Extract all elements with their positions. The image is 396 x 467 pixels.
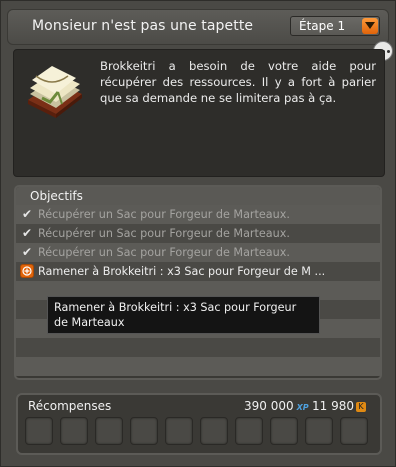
objective-label: Récupérer un Sac pour Forgeur de Marteau…: [38, 208, 290, 221]
quest-window: Monsieur n'est pas une tapette Étape 1 B…: [0, 0, 396, 467]
chevron-down-icon[interactable]: [362, 18, 378, 34]
reward-slot[interactable]: [340, 417, 368, 445]
step-label: Étape 1: [299, 19, 346, 33]
kamas-value: 11 980: [312, 399, 354, 413]
xp-reward: 390 000 XP: [244, 399, 309, 413]
quest-header: Monsieur n'est pas une tapette Étape 1: [7, 9, 389, 45]
reward-slot[interactable]: [60, 417, 88, 445]
target-icon: [20, 264, 34, 278]
quest-description: Brokkeitri a besoin de votre aide pour r…: [100, 59, 376, 105]
xp-value: 390 000: [244, 399, 294, 413]
checkmark-icon: ✔: [22, 207, 33, 221]
objective-row: ✔ Récupérer un Sac pour Forgeur de Marte…: [16, 224, 380, 243]
objective-label: Récupérer un Sac pour Forgeur de Marteau…: [38, 246, 290, 259]
reward-slot[interactable]: [95, 417, 123, 445]
reward-slot[interactable]: [25, 417, 53, 445]
objectives-list: ✔ Récupérer un Sac pour Forgeur de Marte…: [16, 205, 380, 376]
reward-slot[interactable]: [165, 417, 193, 445]
objective-label: Récupérer un Sac pour Forgeur de Marteau…: [38, 227, 290, 240]
objective-tooltip: Ramener à Brokkeitri : x3 Sac pour Forge…: [47, 296, 320, 334]
reward-slot[interactable]: [305, 417, 333, 445]
step-dropdown[interactable]: Étape 1: [290, 16, 380, 36]
book-scroll-icon: [28, 66, 82, 118]
checkmark-icon: ✔: [22, 226, 33, 240]
objective-row: ✔ Récupérer un Sac pour Forgeur de Marte…: [16, 243, 380, 262]
objective-label: Ramener à Brokkeitri : x3 Sac pour Forge…: [38, 265, 326, 278]
quest-description-panel: Brokkeitri a besoin de votre aide pour r…: [13, 49, 385, 177]
kamas-reward: 11 980 K: [312, 399, 366, 413]
kamas-icon: K: [356, 401, 366, 412]
rewards-panel: Récompenses 390 000 XP 11 980 K: [16, 393, 382, 455]
checkmark-icon: ✔: [22, 245, 33, 259]
objectives-panel: Objectifs ✔ Récupérer un Sac pour Forgeu…: [14, 185, 382, 380]
reward-slot[interactable]: [235, 417, 263, 445]
reward-slot[interactable]: [270, 417, 298, 445]
xp-icon: XP: [296, 403, 309, 412]
objective-row-active[interactable]: Ramener à Brokkeitri : x3 Sac pour Forge…: [16, 262, 380, 281]
quest-title: Monsieur n'est pas une tapette: [32, 18, 254, 34]
reward-slot[interactable]: [130, 417, 158, 445]
rewards-title: Récompenses: [28, 399, 112, 413]
reward-slot[interactable]: [200, 417, 228, 445]
objective-row: ✔ Récupérer un Sac pour Forgeur de Marte…: [16, 205, 380, 224]
objectives-header: Objectifs: [16, 187, 380, 205]
